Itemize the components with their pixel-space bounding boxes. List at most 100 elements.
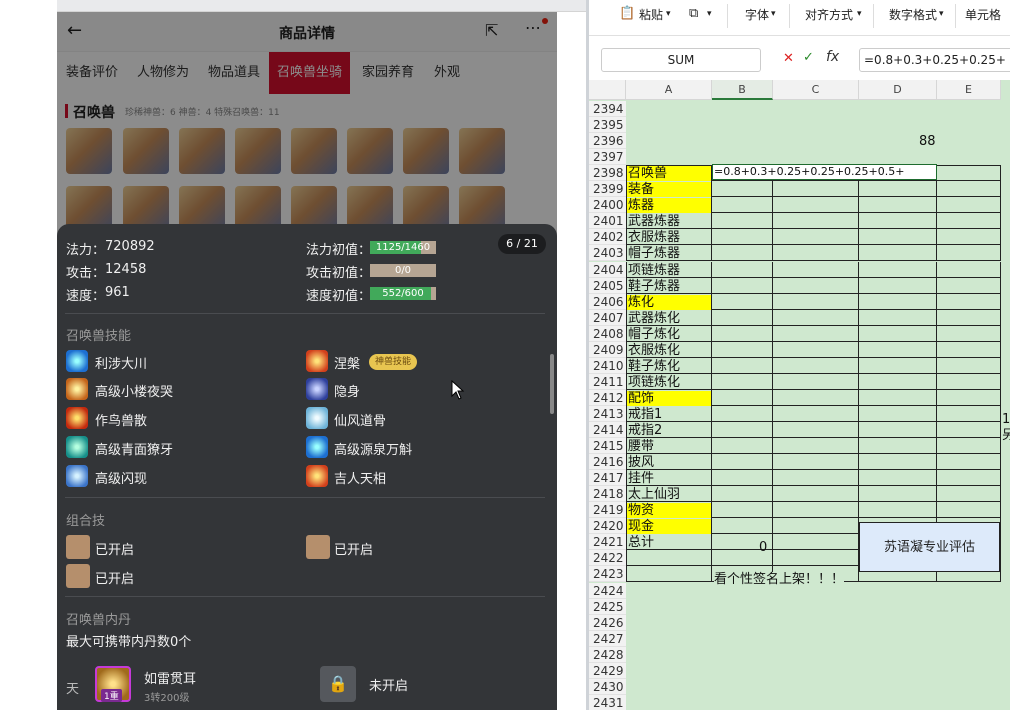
formula-input[interactable]: =0.8+0.3+0.25+0.25+: [859, 48, 1010, 72]
cell-b2398-editing[interactable]: =0.8+0.3+0.25+0.25+0.25+0.5+: [712, 164, 937, 180]
table-cell[interactable]: [712, 229, 773, 246]
row-header[interactable]: 2396: [589, 133, 626, 150]
table-cell[interactable]: [712, 309, 773, 326]
row-header[interactable]: 2403: [589, 245, 626, 262]
row-header[interactable]: 2422: [589, 550, 626, 567]
table-cell[interactable]: [773, 422, 859, 438]
table-cell[interactable]: [773, 518, 859, 535]
table-cell[interactable]: [773, 197, 859, 214]
row-header[interactable]: 2413: [589, 405, 626, 422]
cell-a-2408[interactable]: 帽子炼化: [627, 327, 711, 342]
table-cell[interactable]: [937, 245, 1001, 262]
table-cell[interactable]: [773, 502, 859, 519]
cell-a-2401[interactable]: 武器炼器: [627, 214, 711, 229]
table-cell[interactable]: [937, 261, 1001, 278]
table-cell[interactable]: [712, 181, 773, 198]
table-cell[interactable]: [859, 213, 937, 230]
cell-a-2403[interactable]: 帽子炼器: [627, 246, 711, 261]
row-header[interactable]: 2419: [589, 502, 626, 519]
row-header[interactable]: 2414: [589, 422, 626, 438]
skill-icon[interactable]: [66, 350, 88, 372]
table-cell[interactable]: [859, 422, 937, 438]
skill-icon[interactable]: [306, 407, 328, 429]
table-cell[interactable]: [937, 165, 1001, 182]
combo-icon[interactable]: [306, 535, 330, 559]
table-cell[interactable]: [712, 373, 773, 390]
cell-a-2420[interactable]: 现金: [627, 519, 711, 535]
row-header[interactable]: 2428: [589, 646, 626, 663]
cell-a-2405[interactable]: 鞋子炼器: [627, 279, 711, 294]
table-cell[interactable]: [937, 389, 1001, 406]
row-header[interactable]: 2411: [589, 373, 626, 390]
table-cell[interactable]: [712, 357, 773, 374]
row-header[interactable]: 2404: [589, 261, 626, 278]
table-cell[interactable]: [859, 389, 937, 406]
cell-d2396[interactable]: 88: [919, 134, 936, 150]
cell-a-2402[interactable]: 衣服炼器: [627, 230, 711, 245]
table-cell[interactable]: [859, 486, 937, 503]
table-cell[interactable]: [626, 550, 712, 567]
table-cell[interactable]: [712, 197, 773, 214]
row-header[interactable]: 2424: [589, 582, 626, 599]
neidan-item-icon[interactable]: 1重: [95, 666, 131, 702]
table-cell[interactable]: [712, 454, 773, 471]
table-cell[interactable]: [773, 470, 859, 487]
table-cell[interactable]: [773, 357, 859, 374]
cell-a-2411[interactable]: 项链炼化: [627, 375, 711, 390]
table-cell[interactable]: [712, 438, 773, 455]
cell-a-2419[interactable]: 物资: [627, 503, 711, 519]
table-cell[interactable]: [937, 325, 1001, 342]
cell-a-2412[interactable]: 配饰: [627, 390, 711, 406]
skill-icon[interactable]: [66, 436, 88, 458]
table-cell[interactable]: [773, 261, 859, 278]
cell-a-2406[interactable]: 炼化: [627, 294, 711, 310]
table-cell[interactable]: [937, 486, 1001, 503]
table-cell[interactable]: [626, 566, 712, 583]
row-header[interactable]: 2410: [589, 357, 626, 374]
function-icon[interactable]: fx: [826, 49, 839, 65]
table-cell[interactable]: [859, 357, 937, 374]
table-cell[interactable]: [937, 229, 1001, 246]
cell-b2423[interactable]: 看个性签名上架！！！: [714, 572, 845, 588]
row-header[interactable]: 2418: [589, 486, 626, 503]
dropdown-icon[interactable]: ▾: [857, 9, 862, 19]
table-cell[interactable]: [859, 454, 937, 471]
popup-scrollbar[interactable]: [550, 354, 554, 414]
row-header[interactable]: 2400: [589, 197, 626, 214]
cell-a-2407[interactable]: 武器炼化: [627, 311, 711, 326]
paste-icon[interactable]: 📋: [619, 6, 635, 21]
table-cell[interactable]: [859, 277, 937, 294]
table-cell[interactable]: [859, 325, 937, 342]
dropdown-icon[interactable]: ▾: [707, 9, 712, 19]
cell-a-2417[interactable]: 挂件: [627, 471, 711, 486]
table-cell[interactable]: [859, 181, 937, 198]
table-cell[interactable]: [712, 277, 773, 294]
table-cell[interactable]: [773, 389, 859, 406]
ribbon-number-format[interactable]: 数字格式: [889, 6, 937, 23]
table-cell[interactable]: [773, 181, 859, 198]
table-cell[interactable]: [712, 213, 773, 230]
table-cell[interactable]: [773, 341, 859, 358]
table-cell[interactable]: [937, 213, 1001, 230]
cell-a-2409[interactable]: 衣服炼化: [627, 343, 711, 358]
cell-e2414[interactable]: 另: [1002, 428, 1010, 444]
table-cell[interactable]: [773, 534, 859, 551]
table-cell[interactable]: [712, 341, 773, 358]
table-cell[interactable]: [859, 261, 937, 278]
cell-a-2421[interactable]: 总计: [627, 535, 711, 550]
table-cell[interactable]: [937, 470, 1001, 487]
table-cell[interactable]: [859, 373, 937, 390]
table-cell[interactable]: [937, 309, 1001, 326]
cell-a-2414[interactable]: 戒指2: [627, 423, 711, 438]
table-cell[interactable]: [859, 309, 937, 326]
table-cell[interactable]: [712, 245, 773, 262]
table-cell[interactable]: [773, 373, 859, 390]
cell-a-2399[interactable]: 装备: [627, 182, 711, 198]
row-header[interactable]: 2402: [589, 229, 626, 246]
ribbon-font[interactable]: 字体: [745, 6, 769, 23]
row-header[interactable]: 2429: [589, 662, 626, 679]
skill-icon[interactable]: [306, 378, 328, 400]
table-cell[interactable]: [937, 293, 1001, 310]
table-cell[interactable]: [937, 422, 1001, 438]
table-cell[interactable]: [773, 213, 859, 230]
